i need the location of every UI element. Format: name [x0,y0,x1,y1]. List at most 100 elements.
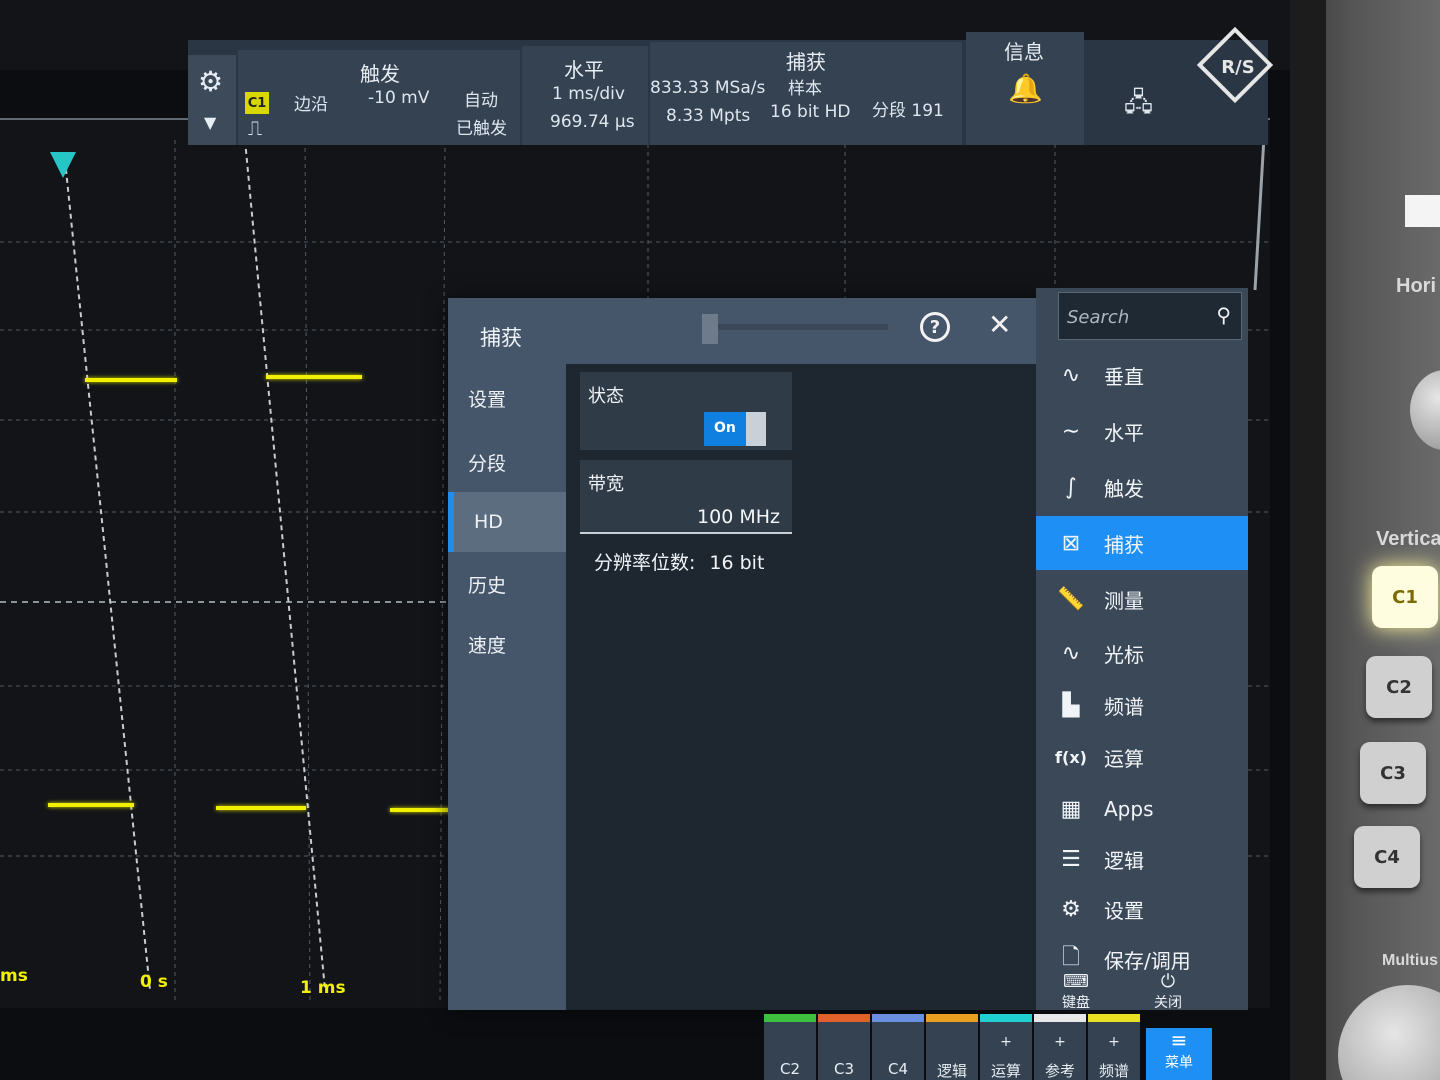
bandwidth-field[interactable]: 带宽 100 MHz [580,460,792,534]
tab-label: 频谱 [1098,1062,1129,1080]
hw-c3-button[interactable]: C3 [1360,742,1426,804]
trigger-block[interactable]: 触发 边沿 -10 mV 自动 已触发 ⎍ [238,50,520,145]
tab-logic[interactable]: 逻辑 [926,1014,978,1080]
trigger-type: 边沿 [294,95,328,115]
menu-label: 设置 [1104,898,1144,923]
help-icon[interactable]: ? [920,312,950,342]
dialog-title: 捕获 [480,326,522,350]
bandwidth-value[interactable]: 100 MHz [697,506,780,528]
hw-c4-button[interactable]: C4 [1354,826,1420,888]
keyboard-button[interactable]: ⌨ 键盘 [1036,971,1116,1012]
menu-label: 捕获 [1104,532,1144,557]
slider-handle[interactable] [702,314,718,344]
state-field: 状态 On [580,372,792,450]
acquisition-block[interactable]: 捕获 833.33 MSa/s 样本 8.33 Mpts 16 bit HD 分… [650,42,962,145]
close-icon[interactable]: ✕ [988,308,1011,341]
menu-item-vertical[interactable]: ∿ 垂直 [1036,348,1248,402]
tab-label: 参考 [1044,1062,1075,1080]
chevron-down-icon[interactable]: ▼ [204,113,216,132]
tab-label: C2 [779,1060,801,1078]
menu-item-math[interactable]: f(x) 运算 [1036,730,1248,784]
tab-label: C4 [887,1060,909,1078]
menu-item-measure[interactable]: 📏 测量 [1036,572,1248,626]
trigger-position-marker[interactable] [50,152,76,178]
nav-item-history[interactable]: 历史 [448,554,566,614]
trace-high-segment [85,378,177,382]
panel-edge [1290,0,1326,1080]
menu-label: 逻辑 [1104,848,1144,873]
acquisition-dialog: 捕获 ? ✕ 设置 分段 HD 历史 速度 状态 On 带宽 100 MHz 分… [448,298,1046,1010]
plus-icon: + [1000,1034,1012,1050]
search-input[interactable] [1067,303,1207,331]
menu-item-spectrum[interactable]: ▙ 频谱 [1036,678,1248,732]
menu-item-horizontal[interactable]: ∼ 水平 [1036,404,1248,458]
acquisition-mode: 样本 [788,79,822,99]
tab-math[interactable]: + 运算 [980,1014,1032,1080]
dialog-transparency-slider[interactable] [704,324,888,330]
menu-item-cursor[interactable]: ∿ 光标 [1036,626,1248,680]
hamburger-icon: ≡ [1170,1028,1188,1052]
fx-icon: f(x) [1055,747,1087,767]
tab-c4[interactable]: C4 [872,1014,924,1080]
horizontal-header: 水平 [564,58,604,82]
trace-high-segment [266,375,362,379]
nav-item-segments[interactable]: 分段 [448,432,566,492]
menu-item-trigger[interactable]: ∫ 触发 [1036,460,1248,514]
network-icon[interactable]: 🖧 [1124,84,1153,128]
keyboard-icon: ⌨ [1063,971,1089,992]
menu-item-logic[interactable]: ☰ 逻辑 [1036,832,1248,886]
ruler-icon: 📏 [1057,586,1085,612]
search-icon[interactable]: ⚲ [1216,303,1231,327]
menu-label: 运算 [1104,746,1144,771]
tab-c3[interactable]: C3 [818,1014,870,1080]
trace-low-segment [216,806,306,810]
menu-item-apps[interactable]: ▦ Apps [1036,782,1248,836]
plus-icon: + [1054,1034,1066,1050]
nav-item-speed[interactable]: 速度 [448,614,566,674]
power-icon: ⏻ [1160,971,1176,992]
setup-cell[interactable]: ⚙ ▼ [188,55,236,145]
menu-label: 光标 [1104,642,1144,667]
tab-c2[interactable]: C2 [764,1014,816,1080]
menu-item-setup[interactable]: ⚙ 设置 [1036,882,1248,936]
edge-trigger-icon: ⎍ [248,116,262,140]
power-off-button[interactable]: ⏻ 关闭 [1128,971,1208,1012]
apps-icon: ▦ [1060,796,1082,822]
main-menu: ⚲ ∿ 垂直 ∼ 水平 ∫ 触发 ⊠ 捕获 📏 测量 ∿ 光标 ▙ 频谱 f(x… [1036,288,1248,1012]
resolution-mode: 16 bit HD [770,102,851,122]
search-box[interactable]: ⚲ [1058,292,1242,340]
horizontal-block[interactable]: 水平 1 ms/div 969.74 µs [522,46,648,145]
menu-label: 水平 [1104,420,1144,445]
menu-label: 触发 [1104,476,1144,501]
dialog-content: 状态 On 带宽 100 MHz 分辨率位数: 16 bit [566,364,1038,1010]
tab-spectrum[interactable]: + 频谱 [1088,1014,1140,1080]
field-underline [580,532,792,534]
hw-horizontal-label: Hori [1396,275,1436,297]
logic-icon: ☰ [1061,846,1081,872]
menu-item-acquire[interactable]: ⊠ 捕获 [1036,516,1248,570]
tab-reference[interactable]: + 参考 [1034,1014,1086,1080]
nav-item-setup[interactable]: 设置 [448,368,566,428]
info-block[interactable]: 信息 🔔 [966,32,1084,145]
sample-rate: 833.33 MSa/s [650,78,766,98]
hw-c1-button[interactable]: C1 [1372,566,1438,628]
close-label: 关闭 [1154,995,1182,1011]
time-label: ms [0,966,28,986]
hw-c2-button[interactable]: C2 [1366,656,1432,718]
menu-label: 垂直 [1104,364,1144,389]
trigger-icon: ∫ [1065,474,1077,500]
gear-icon[interactable]: ⚙ [198,65,223,98]
record-length: 8.33 Mpts [666,106,751,126]
hd-state-toggle[interactable]: On [704,412,766,446]
nav-item-hd[interactable]: HD [448,492,566,552]
trigger-level: -10 mV [368,88,430,108]
horizontal-position: 969.74 µs [550,112,635,132]
menu-button[interactable]: ≡ 菜单 [1146,1028,1212,1080]
keyboard-label: 键盘 [1062,995,1090,1011]
toggle-text: On [714,420,736,436]
bell-icon[interactable]: 🔔 [1008,72,1043,105]
channel-tabs: C2 C3 C4 逻辑 + 运算 + 参考 + 频谱 ≡ 菜单 [764,1014,1214,1080]
trigger-channel-badge: C1 [245,92,269,114]
trace-low-segment [48,803,134,807]
vertical-icon: ∿ [1061,362,1081,388]
